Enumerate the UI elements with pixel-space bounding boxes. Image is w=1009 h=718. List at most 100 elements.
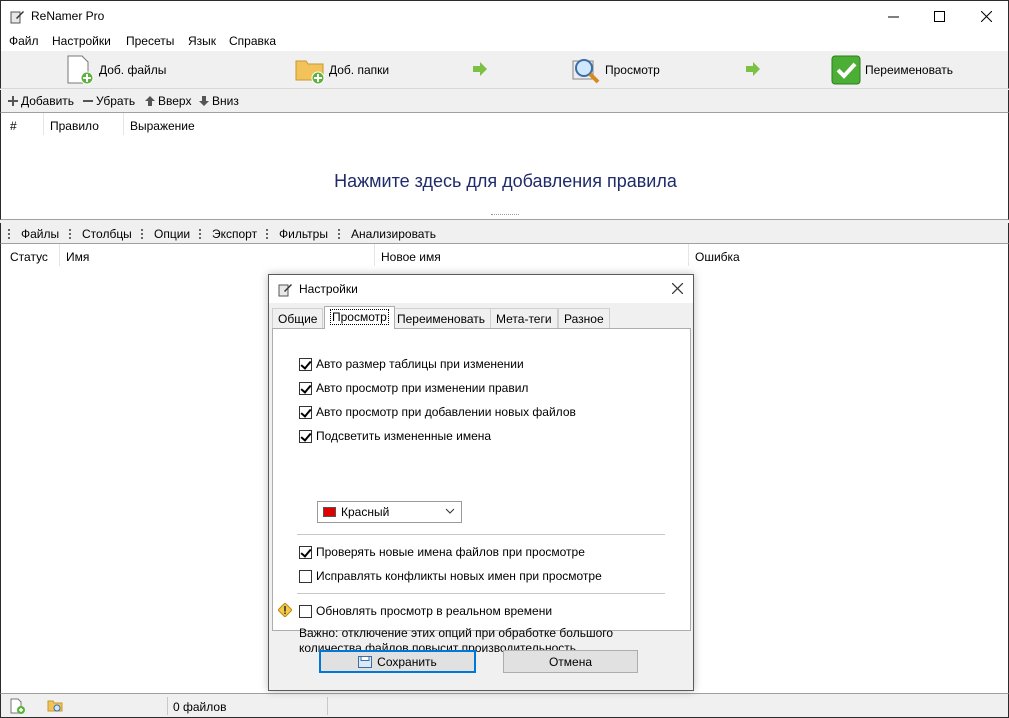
menu-language[interactable]: Язык	[188, 34, 216, 48]
files-col-name[interactable]: Имя	[66, 250, 89, 264]
rename-label: Переименовать	[865, 63, 953, 77]
close-button[interactable]	[963, 1, 1009, 32]
add-rule-hint[interactable]: Нажмите здесь для добавления правила	[1, 171, 1009, 192]
divider	[297, 593, 665, 594]
column-divider	[59, 244, 60, 266]
settings-dialog: Настройки Общие Просмотр Переименовать М…	[268, 274, 694, 691]
title-bar: ReNamer Pro	[0, 0, 1009, 31]
highlight-color-select[interactable]: Красный	[317, 501, 462, 523]
close-icon[interactable]	[672, 283, 683, 294]
column-divider	[374, 244, 375, 266]
window-title: ReNamer Pro	[31, 9, 105, 23]
add-folders-button[interactable]: Доб. папки	[295, 53, 389, 87]
dialog-title: Настройки	[299, 282, 358, 296]
arrow-right-icon	[473, 62, 487, 76]
tab-rename[interactable]: Переименовать	[391, 308, 491, 328]
preview-icon	[572, 59, 600, 84]
cancel-button[interactable]: Отмена	[503, 650, 638, 673]
preview-label: Просмотр	[605, 63, 660, 77]
cancel-label: Отмена	[548, 654, 593, 669]
add-rule-label: Добавить	[21, 94, 75, 108]
save-label: Сохранить	[377, 654, 437, 669]
filters-menu-button[interactable]: Фильтры	[266, 227, 328, 241]
export-menu-button[interactable]: Экспорт	[199, 227, 257, 241]
move-down-label: Вниз	[212, 94, 239, 108]
color-swatch	[323, 507, 336, 517]
save-icon	[358, 655, 373, 668]
dialog-title-bar[interactable]: Настройки	[269, 275, 693, 303]
menu-help[interactable]: Справка	[229, 34, 276, 48]
checkmark-icon	[831, 55, 861, 85]
chevron-down-icon	[445, 508, 455, 514]
auto-preview-files-checkbox[interactable]	[299, 405, 312, 419]
status-bar: 0 файлов	[0, 694, 1009, 718]
fix-conflicts-option[interactable]: Исправлять конфликты новых имен при прос…	[299, 569, 602, 583]
menu-presets[interactable]: Пресеты	[126, 34, 174, 48]
rename-button[interactable]: Переименовать	[831, 53, 953, 87]
check-new-names-checkbox[interactable]	[299, 545, 312, 559]
files-col-status[interactable]: Статус	[10, 250, 48, 264]
warning-icon	[278, 603, 292, 617]
maximize-button[interactable]	[916, 1, 962, 32]
highlight-color-value: Красный	[341, 505, 390, 519]
columns-menu-button[interactable]: Столбцы	[69, 227, 132, 241]
filters-menu-label: Фильтры	[279, 227, 328, 241]
analyze-menu-button[interactable]: Анализировать	[338, 227, 436, 241]
rules-toolbar: Добавить Убрать Вверх Вниз	[0, 90, 1009, 112]
realtime-preview-checkbox[interactable]	[299, 604, 312, 618]
auto-size-checkbox[interactable]	[299, 357, 312, 371]
status-divider	[327, 697, 328, 715]
add-rule-button[interactable]: Добавить	[8, 94, 74, 108]
tab-misc[interactable]: Разное	[558, 308, 610, 328]
save-button[interactable]: Сохранить	[319, 650, 476, 673]
tab-meta-tags[interactable]: Мета-теги	[490, 308, 558, 328]
auto-size-option[interactable]: Авто размер таблицы при изменении	[299, 357, 524, 371]
realtime-preview-option[interactable]: Обновлять просмотр в реальном времени	[299, 604, 552, 618]
move-down-button[interactable]: Вниз	[199, 94, 239, 108]
arrow-up-icon	[145, 96, 155, 106]
splitter-handle[interactable]	[491, 214, 519, 216]
add-file-icon[interactable]	[9, 698, 25, 714]
export-menu-label: Экспорт	[212, 227, 258, 241]
auto-preview-files-option[interactable]: Авто просмотр при добавлении новых файло…	[299, 405, 576, 419]
highlight-changed-checkbox[interactable]	[299, 429, 312, 443]
move-up-label: Вверх	[158, 94, 192, 108]
auto-preview-rules-option[interactable]: Авто просмотр при изменении правил	[299, 381, 528, 395]
column-divider	[123, 113, 124, 135]
status-divider	[167, 697, 168, 715]
minimize-button[interactable]	[870, 1, 916, 32]
app-icon	[278, 284, 292, 297]
files-menu-label: Файлы	[21, 227, 60, 241]
menu-grip-icon	[199, 229, 209, 239]
menu-settings[interactable]: Настройки	[52, 34, 111, 48]
rules-col-expression[interactable]: Выражение	[130, 119, 195, 133]
minimize-icon	[887, 16, 899, 18]
files-col-new-name[interactable]: Новое имя	[381, 250, 441, 264]
add-folders-label: Доб. папки	[329, 63, 390, 77]
files-toolbar: Файлы Столбцы Опции Экспорт Фильтры Анал…	[0, 223, 1009, 243]
files-col-error[interactable]: Ошибка	[695, 250, 740, 264]
highlight-changed-option[interactable]: Подсветить измененные имена	[299, 429, 491, 443]
menu-grip-icon	[338, 229, 348, 239]
tab-general[interactable]: Общие	[272, 308, 324, 328]
remove-rule-label: Убрать	[96, 94, 136, 108]
rules-col-rule[interactable]: Правило	[50, 119, 99, 133]
remove-rule-button[interactable]: Убрать	[83, 94, 135, 108]
options-menu-label: Опции	[154, 227, 191, 241]
add-files-button[interactable]: Доб. файлы	[65, 53, 166, 87]
auto-preview-rules-checkbox[interactable]	[299, 381, 312, 395]
files-menu-button[interactable]: Файлы	[8, 227, 59, 241]
fix-conflicts-checkbox[interactable]	[299, 569, 312, 583]
file-count: 0 файлов	[173, 700, 227, 714]
check-new-names-option[interactable]: Проверять новые имена файлов при просмот…	[299, 545, 585, 559]
options-menu-button[interactable]: Опции	[141, 227, 190, 241]
preview-button[interactable]: Просмотр	[571, 53, 660, 87]
search-folder-icon[interactable]	[47, 698, 63, 714]
tab-preview[interactable]: Просмотр	[324, 306, 395, 329]
move-up-button[interactable]: Вверх	[145, 94, 191, 108]
menu-file[interactable]: Файл	[9, 34, 39, 48]
rules-table[interactable]: # Правило Выражение Нажмите здесь для до…	[0, 112, 1009, 220]
rules-col-number[interactable]: #	[10, 119, 17, 133]
add-file-icon	[67, 55, 94, 85]
arrow-down-icon	[199, 96, 209, 106]
